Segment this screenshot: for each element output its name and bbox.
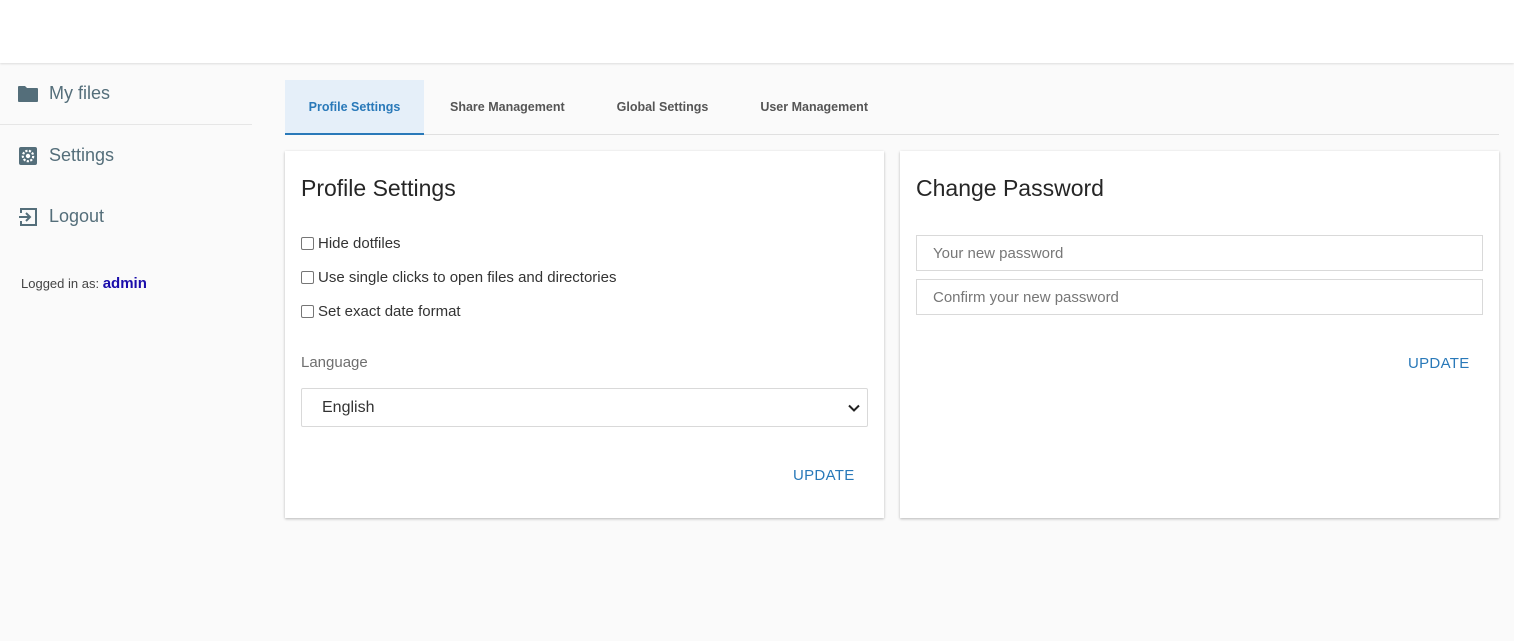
- hide-dotfiles-checkbox[interactable]: [301, 237, 314, 250]
- tab-profile-settings[interactable]: Profile Settings: [285, 80, 424, 135]
- logged-in-prefix: Logged in as:: [21, 276, 100, 291]
- language-selected-value: English: [322, 398, 375, 416]
- sidebar-item-label: Logout: [49, 206, 105, 226]
- sidebar-item-label: Settings: [49, 145, 115, 165]
- top-header-bar: [0, 0, 1514, 63]
- tab-global-settings[interactable]: Global Settings: [591, 80, 735, 134]
- settings-icon: [17, 145, 39, 167]
- exact-date-checkbox[interactable]: [301, 305, 314, 318]
- single-click-option[interactable]: Use single clicks to open files and dire…: [301, 269, 616, 286]
- single-click-checkbox[interactable]: [301, 271, 314, 284]
- folder-icon: [17, 83, 39, 105]
- sidebar-item-my-files[interactable]: My files: [0, 63, 252, 125]
- profile-settings-card: Profile Settings Hide dotfiles Use singl…: [285, 151, 884, 518]
- language-label: Language: [301, 354, 368, 371]
- username-link[interactable]: admin: [103, 275, 147, 292]
- new-password-field[interactable]: Your new password: [916, 235, 1483, 271]
- sidebar-item-label: My files: [49, 83, 111, 103]
- option-label: Use single clicks to open files and dire…: [318, 269, 617, 286]
- hide-dotfiles-option[interactable]: Hide dotfiles: [301, 235, 401, 252]
- confirm-password-field[interactable]: Confirm your new password: [916, 279, 1483, 315]
- logout-icon: [17, 206, 39, 228]
- exact-date-option[interactable]: Set exact date format: [301, 303, 461, 320]
- logged-in-info: Logged in as: admin: [0, 275, 252, 292]
- sidebar-item-logout[interactable]: Logout: [0, 186, 252, 247]
- card-title: Change Password: [916, 175, 1104, 201]
- password-update-button[interactable]: UPDATE: [1408, 355, 1470, 372]
- sidebar: My files Settings Logout Logged in as: a…: [0, 63, 252, 292]
- sidebar-item-settings[interactable]: Settings: [0, 125, 252, 186]
- profile-update-button[interactable]: UPDATE: [793, 467, 855, 484]
- settings-tabs: Profile Settings Share Management Global…: [285, 80, 1499, 135]
- option-label: Set exact date format: [318, 303, 461, 320]
- tab-share-management[interactable]: Share Management: [424, 80, 591, 134]
- change-password-card: Change Password Your new password Confir…: [900, 151, 1499, 518]
- language-select[interactable]: English: [301, 388, 868, 427]
- tab-user-management[interactable]: User Management: [734, 80, 894, 134]
- option-label: Hide dotfiles: [318, 235, 401, 252]
- card-title: Profile Settings: [301, 175, 456, 201]
- chevron-down-icon: [848, 404, 860, 412]
